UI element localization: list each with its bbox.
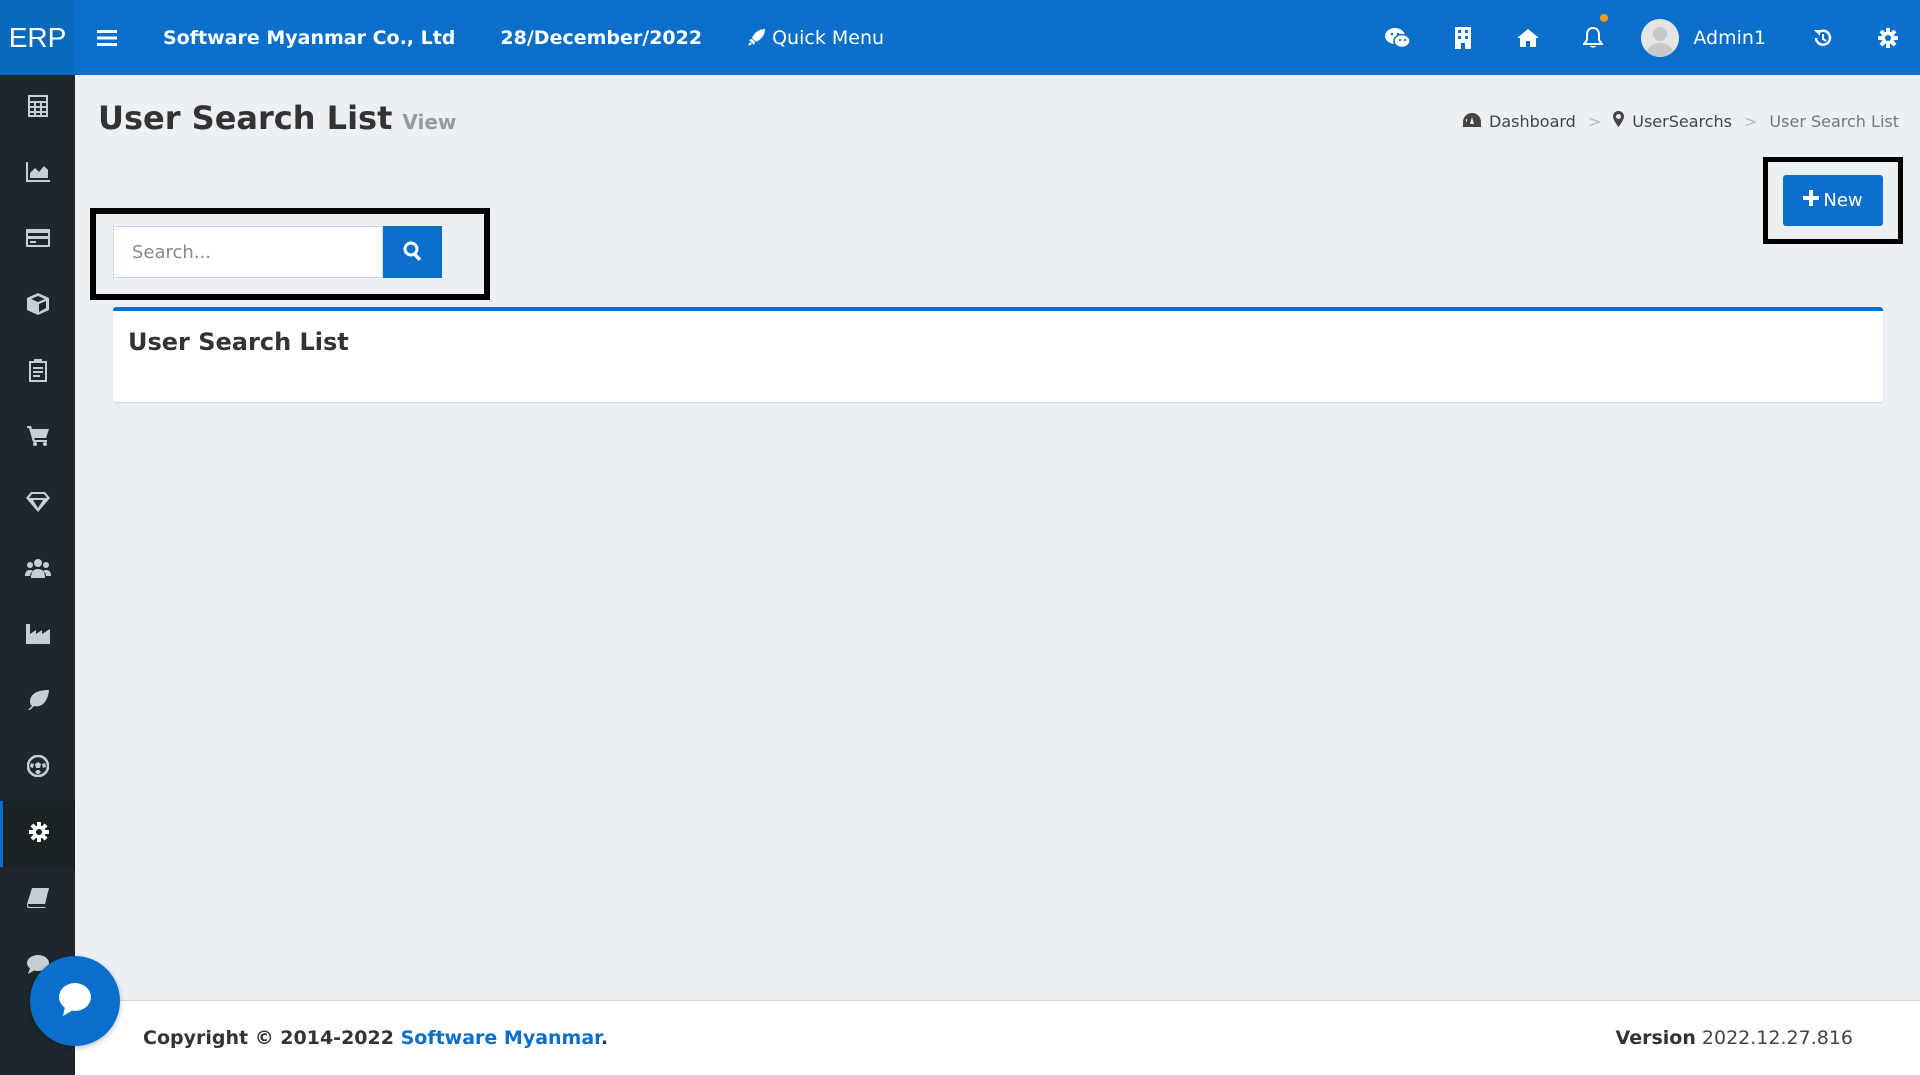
credit-card-icon <box>25 229 50 251</box>
top-navbar: ERP Software Myanmar Co., Ltd 28/Decembe… <box>0 0 1920 75</box>
sidebar-item-reports[interactable] <box>0 141 75 207</box>
sidebar-item-environment[interactable] <box>0 669 75 735</box>
page-title: User Search List View <box>98 99 456 137</box>
results-box: User Search List <box>113 307 1883 402</box>
diamond-icon <box>25 492 50 516</box>
new-button-label: New <box>1823 190 1863 211</box>
company-link[interactable]: Software Myanmar <box>401 1027 601 1049</box>
username: Admin1 <box>1693 26 1766 49</box>
copyright: Copyright © 2014-2022 Software Myanmar. <box>143 1027 608 1049</box>
version-value: 2022.12.27.816 <box>1701 1027 1853 1049</box>
building-icon[interactable] <box>1430 0 1495 75</box>
cart-icon <box>26 426 49 450</box>
sidebar-item-manufacturing[interactable] <box>0 603 75 669</box>
notification-dot <box>1600 14 1609 22</box>
sidebar-item-tasks[interactable] <box>0 339 75 405</box>
company-name[interactable]: Software Myanmar Co., Ltd <box>163 27 455 49</box>
search-icon <box>403 241 423 264</box>
users-icon <box>24 558 51 582</box>
soccer-ball-icon <box>26 754 49 781</box>
quick-menu-label: Quick Menu <box>772 26 885 49</box>
gear-icon <box>29 822 49 846</box>
breadcrumb-separator: > <box>1744 111 1758 131</box>
chat-bubble-icon <box>55 979 95 1023</box>
breadcrumb-dashboard-label: Dashboard <box>1489 111 1576 131</box>
page-title-text: User Search List <box>98 99 393 137</box>
cube-icon <box>26 293 49 319</box>
box-title: User Search List <box>128 328 349 356</box>
version-info: Version 2022.12.27.816 <box>1616 1027 1853 1049</box>
breadcrumb-separator: > <box>1587 111 1602 131</box>
area-chart-icon <box>25 162 50 186</box>
avatar <box>1641 18 1680 57</box>
sidebar-item-settings[interactable] <box>0 801 75 867</box>
sidebar-item-sports[interactable] <box>0 735 75 801</box>
history-icon[interactable] <box>1790 0 1855 75</box>
quick-menu-link[interactable]: Quick Menu <box>746 27 884 49</box>
breadcrumb: Dashboard > UserSearchs > User Search Li… <box>1463 111 1899 131</box>
sidebar-item-payments[interactable] <box>0 207 75 273</box>
search-input[interactable] <box>113 226 383 278</box>
navbar-right: Admin1 <box>1365 0 1920 75</box>
user-menu[interactable]: Admin1 <box>1625 0 1790 75</box>
bell-icon[interactable] <box>1560 0 1625 75</box>
breadcrumb-current: User Search List <box>1769 111 1899 131</box>
dashboard-icon <box>1463 112 1482 131</box>
main-content: User Search List View Dashboard > UserSea… <box>75 75 1920 1000</box>
sidebar-item-sales[interactable] <box>0 405 75 471</box>
plus-icon <box>1803 190 1820 211</box>
version-label: Version <box>1615 1027 1696 1049</box>
clipboard-icon <box>28 358 47 386</box>
sidebar-item-inventory[interactable] <box>0 273 75 339</box>
hamburger-menu-icon[interactable] <box>75 0 139 75</box>
logo[interactable]: ERP <box>0 0 75 75</box>
sidebar-item-hr[interactable] <box>0 537 75 603</box>
leaf-icon <box>27 690 49 714</box>
new-button[interactable]: New <box>1783 175 1883 226</box>
book-icon <box>26 888 49 912</box>
home-icon[interactable] <box>1495 0 1560 75</box>
sidebar-item-accounting[interactable] <box>0 75 75 141</box>
live-chat-button[interactable] <box>30 956 120 1046</box>
breadcrumb-dashboard[interactable]: Dashboard <box>1463 112 1576 131</box>
sidebar-item-premium[interactable] <box>0 471 75 537</box>
chat-icon[interactable] <box>1365 0 1430 75</box>
footer: Copyright © 2014-2022 Software Myanmar. … <box>75 1000 1920 1075</box>
map-marker-icon <box>1613 111 1625 131</box>
breadcrumb-usersearchs[interactable]: UserSearchs <box>1613 111 1732 131</box>
gear-icon[interactable] <box>1855 0 1920 75</box>
page-subtitle: View <box>402 110 457 134</box>
search-button[interactable] <box>383 226 442 278</box>
industry-icon <box>25 624 50 648</box>
sidebar <box>0 75 75 1075</box>
breadcrumb-usersearchs-label: UserSearchs <box>1632 111 1733 131</box>
calculator-icon <box>27 95 48 121</box>
current-date: 28/December/2022 <box>500 26 703 49</box>
rocket-icon <box>746 28 766 48</box>
copyright-text: Copyright © 2014-2022 <box>143 1027 394 1049</box>
sidebar-item-documentation[interactable] <box>0 867 75 933</box>
copyright-period: . <box>600 1027 609 1049</box>
